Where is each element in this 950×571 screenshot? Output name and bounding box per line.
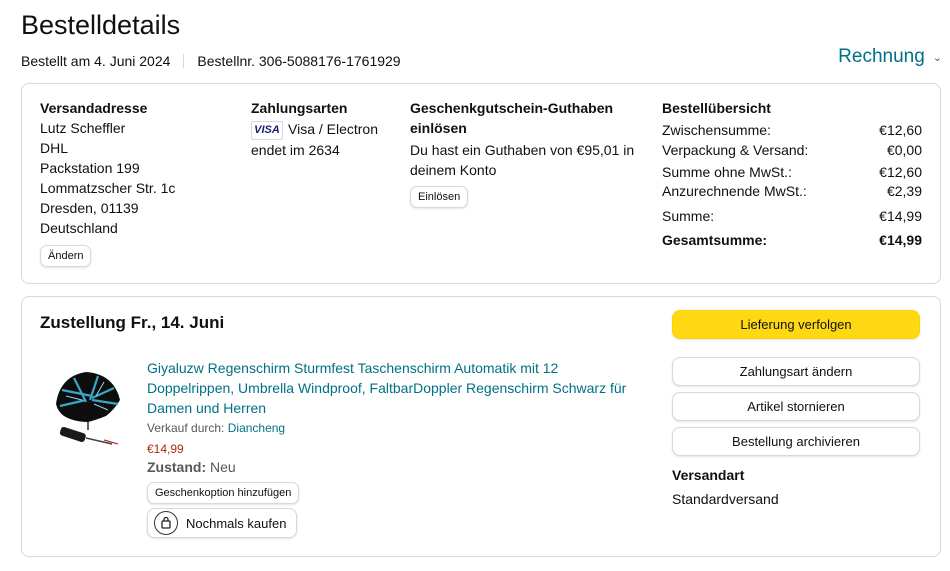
- product-price: €14,99: [147, 442, 184, 456]
- delivery-panel: Zustellung Fr., 14. Juni Giyaluzw Regens…: [21, 296, 941, 557]
- seller-info: Verkauf durch: Diancheng: [147, 421, 285, 435]
- address-line: Dresden, 01139: [40, 200, 139, 216]
- summary-value: €0,00: [886, 142, 922, 158]
- address-line: Lommatzscher Str. 1c: [40, 180, 176, 196]
- summary-value: €14,99: [879, 208, 922, 224]
- order-date: Bestellt am 4. Juni 2024: [21, 53, 171, 69]
- buy-again-label: Nochmals kaufen: [186, 515, 287, 531]
- invoice-label: Rechnung: [838, 46, 925, 67]
- condition-label: Zustand:: [147, 459, 207, 475]
- divider: [183, 54, 185, 68]
- address-line: Lutz Scheffler: [40, 120, 126, 136]
- gift-heading: Geschenkgutschein-Guthaben einlösen: [410, 100, 614, 136]
- summary-label: Summe ohne MwSt.:: [662, 164, 792, 180]
- summary-heading: Bestellübersicht: [662, 100, 771, 116]
- address-line: DHL: [40, 140, 69, 156]
- shipping-method-heading: Versandart: [672, 467, 745, 483]
- product-condition: Zustand: Neu: [147, 459, 236, 475]
- visa-card-icon: VISA: [251, 120, 283, 140]
- order-summary: Bestellübersicht Zwischensumme: €12,60 V…: [662, 98, 922, 250]
- change-address-button[interactable]: Ändern: [40, 245, 92, 267]
- summary-label: Verpackung & Versand:: [662, 142, 809, 158]
- payment-methods: Zahlungsarten VISA Visa / Electron endet …: [251, 98, 401, 160]
- summary-total-row: Gesamtsumme: €14,99: [662, 230, 922, 250]
- product-title-link[interactable]: Giyaluzw Regenschirm Sturmfest Taschensc…: [147, 358, 647, 418]
- cancel-item-button[interactable]: Artikel stornieren: [672, 392, 920, 421]
- product-image[interactable]: [52, 366, 124, 446]
- shipping-method-value: Standardversand: [672, 491, 779, 507]
- address-line: Deutschland: [40, 220, 118, 236]
- add-gift-option-button[interactable]: Geschenkoption hinzufügen: [147, 482, 300, 504]
- payment-heading: Zahlungsarten: [251, 100, 348, 116]
- order-info-panel: Versandadresse Lutz Scheffler DHL Packst…: [21, 83, 941, 284]
- page-title: Bestelldetails: [21, 10, 181, 40]
- summary-label: Zwischensumme:: [662, 122, 771, 138]
- total-value: €14,99: [879, 232, 922, 248]
- track-package-button[interactable]: Lieferung verfolgen: [672, 310, 920, 339]
- address-line: Packstation 199: [40, 160, 140, 176]
- summary-label: Summe:: [662, 208, 715, 224]
- card-ending: endet im 2634: [251, 141, 340, 158]
- redeem-button[interactable]: Einlösen: [410, 186, 469, 208]
- summary-value: €12,60: [879, 164, 922, 180]
- delivery-date: Zustellung Fr., 14. Juni: [40, 313, 225, 332]
- archive-order-button[interactable]: Bestellung archivieren: [672, 427, 920, 456]
- summary-row: Summe: €14,99: [662, 206, 922, 226]
- summary-row: Summe ohne MwSt.: €12,60: [662, 163, 922, 182]
- seller-label: Verkauf durch:: [147, 421, 225, 435]
- invoice-dropdown[interactable]: Rechnung ⌄: [838, 46, 942, 68]
- shipping-address: Versandadresse Lutz Scheffler DHL Packst…: [40, 98, 240, 267]
- change-payment-button[interactable]: Zahlungsart ändern: [672, 357, 920, 386]
- condition-value: Neu: [210, 459, 236, 475]
- gift-card-section: Geschenkgutschein-Guthaben einlösen Du h…: [410, 98, 650, 208]
- gift-balance: Du hast ein Guthaben von €95,01 in deine…: [410, 142, 635, 178]
- address-heading: Versandadresse: [40, 100, 148, 116]
- buy-again-icon: [154, 511, 178, 535]
- buy-again-button[interactable]: Nochmals kaufen: [147, 508, 298, 538]
- total-label: Gesamtsumme:: [662, 232, 768, 248]
- order-number: Bestellnr. 306-5088176-1761929: [197, 53, 401, 69]
- summary-row: Anzurechnende MwSt.: €2,39: [662, 182, 922, 201]
- umbrella-icon: [56, 372, 120, 445]
- seller-link[interactable]: Diancheng: [228, 421, 285, 435]
- summary-value: €2,39: [886, 183, 922, 199]
- card-name: Visa / Electron: [288, 121, 379, 137]
- summary-row: Zwischensumme: €12,60: [662, 120, 922, 140]
- summary-value: €12,60: [879, 122, 922, 138]
- chevron-down-icon: ⌄: [932, 51, 942, 64]
- order-meta: Bestellt am 4. Juni 2024 Bestellnr. 306-…: [21, 53, 401, 69]
- summary-label: Anzurechnende MwSt.:: [662, 183, 807, 199]
- summary-row: Verpackung & Versand: €0,00: [662, 140, 922, 160]
